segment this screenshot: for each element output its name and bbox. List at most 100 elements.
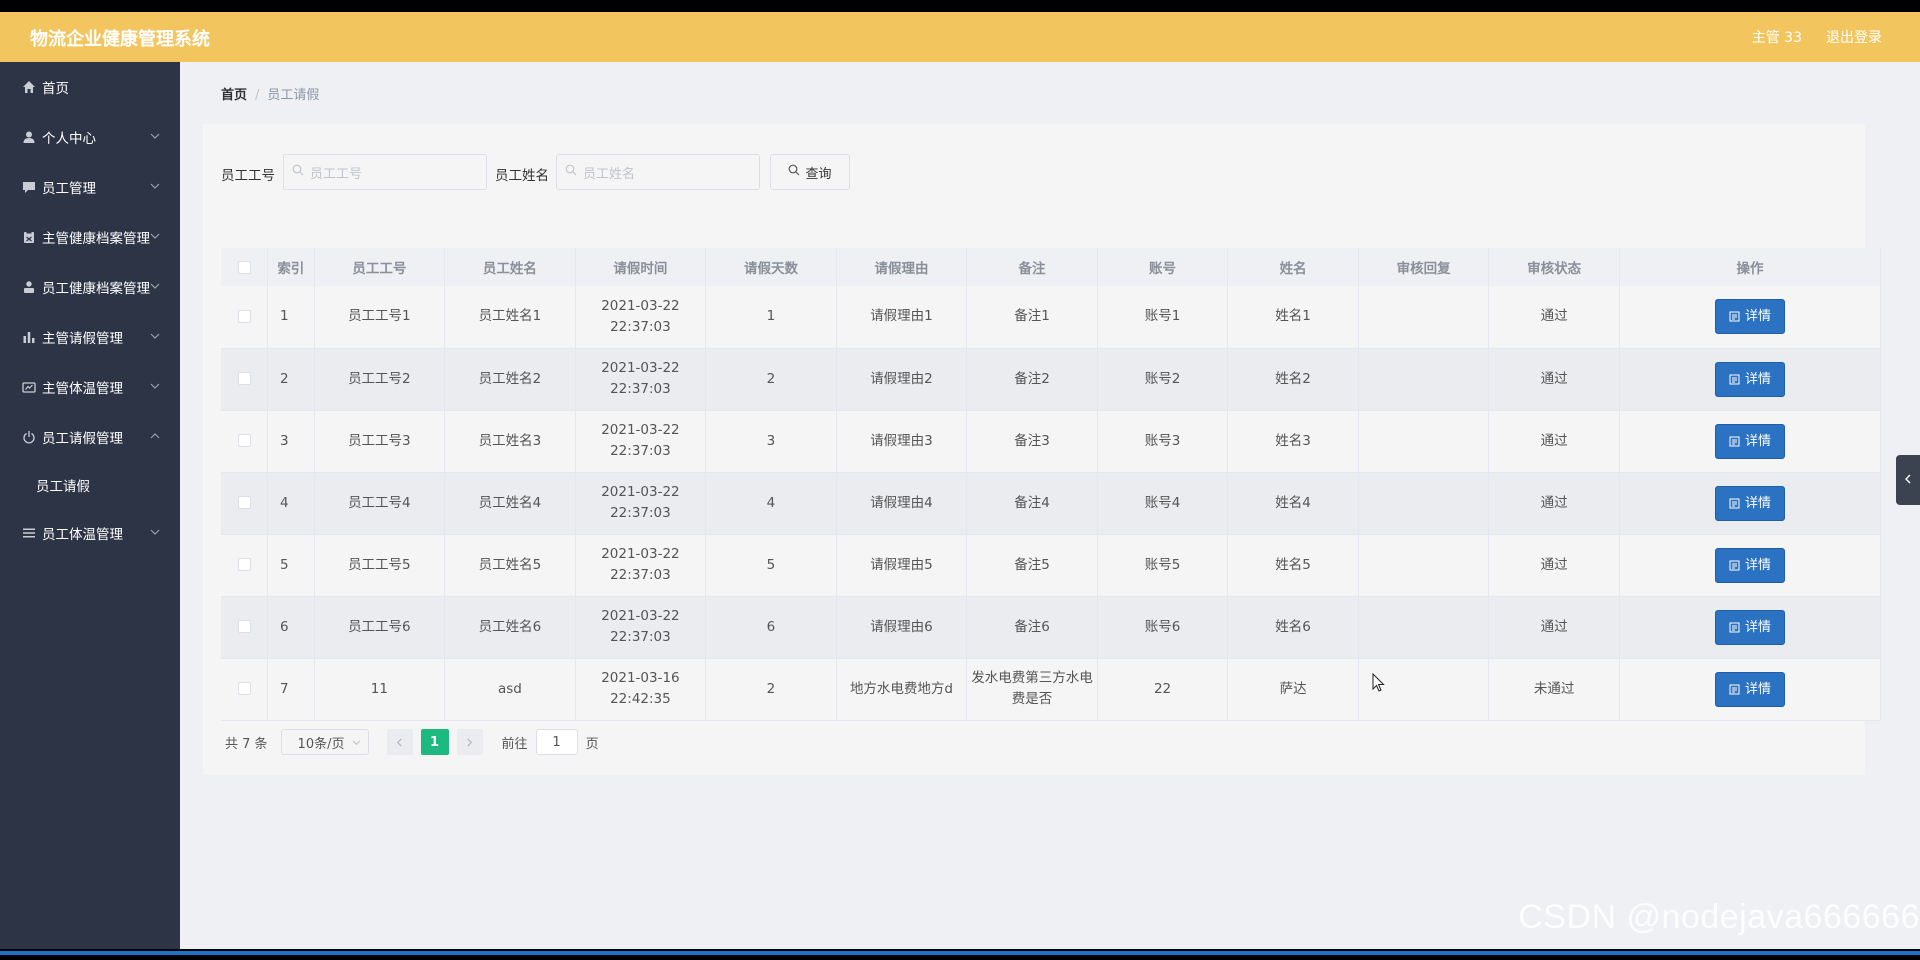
select-all-checkbox[interactable] [237,260,251,274]
cell-action: 详情 [1619,472,1882,535]
document-icon [1729,374,1740,384]
emp-no-input[interactable]: 员工工号 [283,154,487,190]
total-count: 共 7 条 [225,736,268,752]
sidebar-item-employee-health[interactable]: 员工健康档案管理 [0,262,180,312]
row-select-cell[interactable] [221,286,269,349]
cell-account: 账号5 [1097,534,1229,597]
detail-button[interactable]: 详情 [1714,361,1785,397]
search-icon [292,164,310,180]
cell-days: 1 [705,286,837,349]
cell-days: 5 [705,534,837,597]
detail-button[interactable]: 详情 [1714,671,1785,707]
chevron-down-icon [150,181,160,191]
sidebar-item-employee-temperature[interactable]: 员工体温管理 [0,508,180,558]
header-cell: 审核状态 [1488,248,1620,286]
document-icon [1729,436,1740,446]
cell-status: 通过 [1488,286,1620,349]
cell-note: 备注5 [966,534,1098,597]
cell-status: 未通过 [1488,658,1620,721]
row-checkbox[interactable] [237,309,251,323]
page-number-current[interactable]: 1 [420,729,449,755]
sidebar-item-home[interactable]: 首页 [0,62,180,112]
cell-note: 备注4 [966,472,1098,535]
detail-button-label: 详情 [1744,495,1771,511]
breadcrumb-current: 员工请假 [267,88,320,103]
logout-link[interactable]: 退出登录 [1826,27,1882,47]
content-panel: 员工工号 员工工号 员工姓名 员工姓名 查询 索引 员工工号 员工姓名 请假时间… [203,124,1882,775]
prev-page-button[interactable] [386,729,413,755]
emp-no-placeholder: 员工工号 [310,166,363,182]
cell-name: 姓名1 [1227,286,1359,349]
sidebar-item-supervisor-temperature[interactable]: 主管体温管理 [0,362,180,412]
sidebar-item-label: 员工健康档案管理 [42,281,150,297]
table-row: 3 员工工号3 员工姓名3 2021-03-22 22:37:03 3 请假理由3 备注3 账… [221,410,1882,473]
sidebar-item-label: 个人中心 [42,131,96,147]
search-button-label: 查询 [805,166,832,182]
sidebar-item-employee-mgmt[interactable]: 员工管理 [0,162,180,212]
document-icon [1729,622,1740,632]
bar-chart-icon [22,330,36,344]
cell-action: 详情 [1619,286,1882,349]
row-checkbox[interactable] [237,682,251,695]
row-checkbox[interactable] [237,372,251,385]
emp-name-input[interactable]: 员工姓名 [556,154,760,190]
cell-note: 备注2 [966,348,1098,411]
cell-reason: 地方水电费地方d [836,658,968,721]
sidebar-item-supervisor-health[interactable]: 主管健康档案管理 [0,212,180,262]
sidebar-item-label: 员工请假管理 [42,431,123,447]
cell-note: 备注3 [966,410,1098,473]
goto-page-input[interactable]: 1 [535,729,578,755]
row-checkbox[interactable] [237,558,251,571]
chevron-left-icon [396,737,402,747]
cell-time: 2021-03-16 22:42:35 [575,658,707,721]
sidebar-item-label: 首页 [42,81,69,97]
row-checkbox[interactable] [237,620,251,633]
row-checkbox[interactable] [237,496,251,509]
search-icon [565,164,583,180]
cell-time: 2021-03-22 22:37:03 [575,410,707,473]
cell-action: 详情 [1619,534,1882,597]
document-icon [1729,498,1740,508]
header-cell: 备注 [966,248,1098,286]
detail-button[interactable]: 详情 [1714,609,1785,645]
cell-reason: 请假理由1 [836,286,968,349]
next-page-button[interactable] [456,729,483,755]
goto-suffix: 页 [585,736,599,752]
collapse-panel-tab[interactable] [1896,455,1920,505]
cell-account: 账号2 [1097,348,1229,411]
table-row: 4 员工工号4 员工姓名4 2021-03-22 22:37:03 4 请假理由4 备注4 账… [221,472,1882,535]
cell-name: 姓名4 [1227,472,1359,535]
row-checkbox[interactable] [237,434,251,447]
header-cell: 审核回复 [1358,248,1490,286]
row-select-cell[interactable] [221,534,269,597]
sidebar-item-supervisor-leave[interactable]: 主管请假管理 [0,312,180,362]
id-card-icon [22,380,36,394]
cell-emp-name: 员工姓名2 [444,348,576,411]
row-select-cell[interactable] [221,596,269,659]
row-select-cell[interactable] [221,410,269,473]
breadcrumb-home[interactable]: 首页 [221,88,247,103]
cell-emp-no: 员工工号5 [314,534,446,597]
detail-button[interactable]: 详情 [1714,423,1785,459]
progress-line [0,951,1920,955]
detail-button[interactable]: 详情 [1714,485,1785,521]
row-select-cell[interactable] [221,472,269,535]
sidebar-item-label: 员工管理 [42,181,96,197]
sidebar-subitem-employee-leave[interactable]: 员工请假 [0,462,180,508]
page-size-select[interactable]: 10条/页 [280,729,369,755]
sidebar-item-employee-leave[interactable]: 员工请假管理 [0,412,180,462]
chevron-left-icon [1903,473,1913,488]
clipboard-icon [22,230,36,244]
sidebar-item-personal-center[interactable]: 个人中心 [0,112,180,162]
row-select-cell[interactable] [221,658,269,721]
chevron-down-icon [150,527,160,537]
detail-button[interactable]: 详情 [1714,547,1785,583]
detail-button[interactable]: 详情 [1714,299,1785,335]
sidebar-item-label: 员工体温管理 [42,527,123,543]
cell-emp-name: asd [444,658,576,721]
home-icon [22,80,36,94]
search-button[interactable]: 查询 [770,154,850,190]
row-select-cell[interactable] [221,348,269,411]
header-select-all[interactable] [221,248,269,286]
cell-status: 通过 [1488,596,1620,659]
